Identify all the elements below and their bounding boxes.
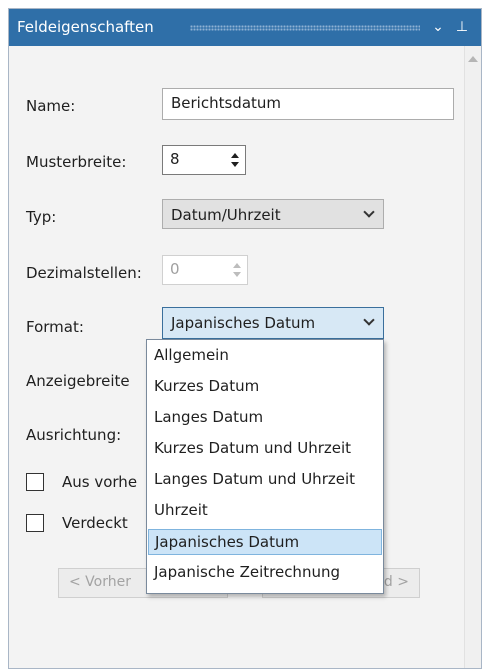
musterbreite-label: Musterbreite: [26, 153, 127, 171]
dezimalstellen-value: 0 [170, 260, 180, 278]
stepper-down-icon [233, 272, 241, 277]
dropdown-option[interactable]: Japanische Zeitrechnung [148, 560, 382, 586]
dropdown-option[interactable]: Langes Datum [148, 405, 382, 431]
dropdown-option[interactable]: Kurzes Datum und Uhrzeit [148, 436, 382, 462]
chevron-down-icon [363, 314, 375, 326]
dropdown-option[interactable]: Uhrzeit [148, 498, 382, 524]
stepper-down-icon[interactable] [231, 162, 239, 167]
scroll-up-arrow-icon[interactable] [468, 56, 478, 62]
format-dropdown-list: Allgemein Kurzes Datum Langes Datum Kurz… [146, 339, 384, 594]
stepper-up-icon [233, 263, 241, 268]
name-label: Name: [26, 97, 76, 115]
dezimalstellen-stepper: 0 [162, 255, 248, 285]
dropdown-option-selected[interactable]: Japanisches Datum [148, 529, 382, 555]
vertical-scrollbar[interactable] [464, 46, 481, 668]
anzeigebreite-label: Anzeigebreite [26, 372, 130, 390]
dezimalstellen-label: Dezimalstellen: [26, 264, 142, 282]
musterbreite-value: 8 [170, 150, 180, 168]
dropdown-option[interactable]: Allgemein [148, 343, 382, 369]
chevron-down-icon [363, 206, 375, 218]
aus-vorher-checkbox[interactable] [26, 473, 44, 491]
format-select[interactable]: Japanisches Datum [162, 307, 384, 339]
typ-value: Datum/Uhrzeit [171, 206, 281, 224]
typ-label: Typ: [26, 208, 57, 226]
typ-select[interactable]: Datum/Uhrzeit [162, 199, 384, 229]
next-button-label: d > [383, 574, 409, 590]
previous-button-label: < Vorher [69, 574, 131, 590]
chevron-down-icon[interactable]: ⌄ [427, 15, 449, 39]
panel-title: Feldeigenschaften [17, 18, 154, 36]
name-input[interactable]: Berichtsdatum [162, 88, 454, 120]
dropdown-option[interactable]: Kurzes Datum [148, 374, 382, 400]
ausrichtung-label: Ausrichtung: [26, 426, 122, 444]
drag-grip[interactable] [190, 25, 420, 31]
aus-vorher-label: Aus vorhe [62, 473, 138, 491]
pin-icon[interactable]: ⊥ [451, 15, 473, 39]
verdeckt-label: Verdeckt [62, 514, 128, 532]
stepper-up-icon[interactable] [231, 153, 239, 158]
panel-titlebar[interactable]: Feldeigenschaften ⌄ ⊥ [9, 9, 481, 46]
format-value: Japanisches Datum [171, 314, 316, 332]
dropdown-option[interactable]: Langes Datum und Uhrzeit [148, 467, 382, 493]
musterbreite-stepper[interactable]: 8 [162, 145, 246, 175]
format-label: Format: [26, 318, 84, 336]
verdeckt-checkbox[interactable] [26, 514, 44, 532]
